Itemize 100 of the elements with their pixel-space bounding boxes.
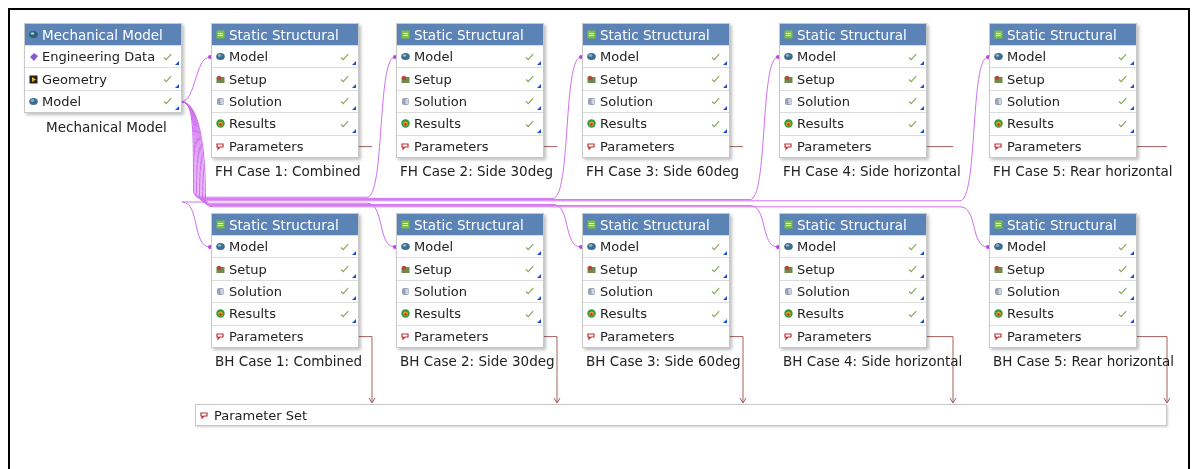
cell-row[interactable]: Parameters bbox=[780, 324, 926, 347]
system-icon bbox=[216, 220, 225, 229]
cell-row[interactable]: Model bbox=[583, 235, 729, 258]
cell-row[interactable]: Model bbox=[25, 89, 181, 113]
cell-row[interactable]: Engineering Data bbox=[25, 45, 181, 68]
cell-label: Setup bbox=[797, 261, 836, 277]
system-header[interactable]: Static Structural bbox=[780, 24, 926, 45]
corner-icon bbox=[352, 318, 356, 323]
cell-row[interactable]: Parameters bbox=[780, 134, 926, 157]
cell-row[interactable]: Model bbox=[583, 45, 729, 68]
cell-row[interactable]: Solution bbox=[780, 89, 926, 113]
corner-icon bbox=[1130, 128, 1134, 133]
cell-row[interactable]: Setup bbox=[990, 67, 1136, 90]
cell-row[interactable]: Model bbox=[212, 45, 358, 68]
corner-icon bbox=[352, 251, 356, 256]
cell-row[interactable]: Parameters bbox=[397, 324, 543, 347]
cell-row[interactable]: Setup bbox=[583, 257, 729, 280]
corner-icon bbox=[920, 251, 924, 256]
cell-row[interactable]: Model bbox=[780, 235, 926, 258]
cell-label: Setup bbox=[600, 261, 639, 277]
system-header[interactable]: Mechanical Model bbox=[25, 24, 181, 45]
results-icon bbox=[216, 309, 225, 319]
cell-label: Setup bbox=[1007, 261, 1046, 277]
cell-label: Solution bbox=[797, 283, 851, 299]
cell-label: Setup bbox=[414, 261, 453, 277]
cell-row[interactable]: Results bbox=[583, 302, 729, 325]
cell-label: Results bbox=[414, 306, 462, 322]
cube-icon bbox=[29, 52, 38, 62]
cell-row[interactable]: Parameters bbox=[212, 324, 358, 347]
cell-row[interactable]: Model bbox=[780, 45, 926, 68]
corner-icon bbox=[920, 83, 924, 88]
cell-row[interactable]: Solution bbox=[780, 279, 926, 303]
cell-label: Results bbox=[1007, 116, 1055, 132]
results-icon bbox=[784, 309, 793, 319]
corner-icon bbox=[537, 251, 541, 256]
cell-row[interactable]: Solution bbox=[583, 279, 729, 303]
cell-row[interactable]: Parameters bbox=[583, 324, 729, 347]
cell-label: Geometry bbox=[42, 71, 108, 87]
system-header[interactable]: Static Structural bbox=[212, 214, 358, 235]
system-header[interactable]: Static Structural bbox=[397, 214, 543, 235]
parameter-set-bar[interactable]: Parameter Set bbox=[195, 404, 1167, 426]
setup-icon bbox=[216, 264, 225, 274]
system-title: Static Structural bbox=[797, 26, 907, 43]
cell-label: Solution bbox=[600, 93, 654, 109]
cell-row[interactable]: Model bbox=[990, 235, 1136, 258]
solution-icon bbox=[401, 96, 410, 106]
system-caption: FH Case 4: Side horizontal bbox=[783, 163, 961, 179]
cell-row[interactable]: Parameters bbox=[397, 134, 543, 157]
cell-row[interactable]: Parameters bbox=[990, 134, 1136, 157]
cell-row[interactable]: Setup bbox=[212, 67, 358, 90]
system-header[interactable]: Static Structural bbox=[990, 214, 1136, 235]
cell-label: Results bbox=[414, 116, 462, 132]
cell-label: Solution bbox=[414, 283, 468, 299]
system-header[interactable]: Static Structural bbox=[212, 24, 358, 45]
cell-row[interactable]: Solution bbox=[990, 89, 1136, 113]
system-header[interactable]: Static Structural bbox=[780, 214, 926, 235]
cell-row[interactable]: Solution bbox=[583, 89, 729, 113]
system-header[interactable]: Static Structural bbox=[583, 214, 729, 235]
cell-row[interactable]: Solution bbox=[212, 279, 358, 303]
cell-row[interactable]: Setup bbox=[397, 257, 543, 280]
parameters-icon bbox=[216, 141, 225, 151]
cell-row[interactable]: Setup bbox=[583, 67, 729, 90]
cell-row[interactable]: Parameters bbox=[212, 134, 358, 157]
corner-icon bbox=[175, 106, 179, 111]
corner-icon bbox=[723, 106, 727, 111]
cell-row[interactable]: Solution bbox=[212, 89, 358, 113]
cell-row[interactable]: Setup bbox=[780, 67, 926, 90]
cell-row[interactable]: Model bbox=[212, 235, 358, 258]
cell-row[interactable]: Setup bbox=[990, 257, 1136, 280]
cell-row[interactable]: Solution bbox=[397, 89, 543, 113]
cell-row[interactable]: Setup bbox=[397, 67, 543, 90]
geometry-icon bbox=[29, 74, 38, 84]
cell-row[interactable]: Model bbox=[397, 235, 543, 258]
cell-row[interactable]: Results bbox=[397, 302, 543, 325]
cell-row[interactable]: Results bbox=[780, 302, 926, 325]
cell-row[interactable]: Results bbox=[780, 112, 926, 135]
cell-label: Setup bbox=[414, 71, 453, 87]
cell-row[interactable]: Results bbox=[397, 112, 543, 135]
system-header[interactable]: Static Structural bbox=[990, 24, 1136, 45]
cell-row[interactable]: Model bbox=[397, 45, 543, 68]
cell-label: Model bbox=[1007, 49, 1048, 65]
cell-row[interactable]: Results bbox=[583, 112, 729, 135]
cell-row[interactable]: Geometry bbox=[25, 67, 181, 90]
corner-icon bbox=[1130, 61, 1134, 66]
setup-icon bbox=[587, 74, 596, 84]
cell-row[interactable]: Results bbox=[990, 112, 1136, 135]
cell-row[interactable]: Results bbox=[990, 302, 1136, 325]
cell-row[interactable]: Parameters bbox=[583, 134, 729, 157]
cell-row[interactable]: Setup bbox=[212, 257, 358, 280]
cell-row[interactable]: Model bbox=[990, 45, 1136, 68]
system-header[interactable]: Static Structural bbox=[397, 24, 543, 45]
corner-icon bbox=[723, 296, 727, 301]
cell-row[interactable]: Solution bbox=[397, 279, 543, 303]
cell-row[interactable]: Setup bbox=[780, 257, 926, 280]
cell-row[interactable]: Solution bbox=[990, 279, 1136, 303]
cell-row[interactable]: Results bbox=[212, 112, 358, 135]
cell-row[interactable]: Results bbox=[212, 302, 358, 325]
setup-icon bbox=[994, 264, 1003, 274]
cell-row[interactable]: Parameters bbox=[990, 324, 1136, 347]
system-header[interactable]: Static Structural bbox=[583, 24, 729, 45]
